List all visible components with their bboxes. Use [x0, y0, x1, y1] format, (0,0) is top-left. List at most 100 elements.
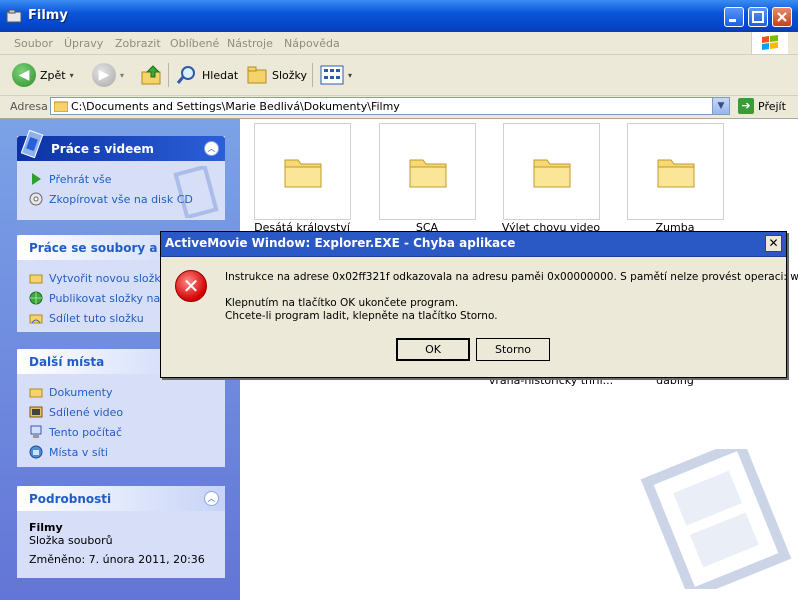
close-button[interactable] — [772, 7, 792, 27]
up-folder-icon — [141, 65, 161, 85]
address-dropdown-icon[interactable]: ▼ — [712, 98, 729, 114]
place-network[interactable]: Místa v síti — [29, 442, 215, 462]
error-dialog: ActiveMovie Window: Explorer.EXE - Chyba… — [160, 231, 798, 378]
computer-icon — [30, 425, 42, 438]
windows-logo — [751, 32, 788, 54]
toolbar-separator — [168, 63, 169, 87]
details-header[interactable]: Podrobnosti ︿ — [17, 486, 225, 511]
forward-arrow-icon: ▶ — [92, 63, 116, 87]
folder-icon — [284, 159, 322, 188]
share-folder-icon — [29, 314, 43, 324]
details-modified: Změněno: 7. února 2011, 20:36 — [29, 553, 205, 566]
task-label: Přehrát vše — [49, 172, 112, 186]
menu-view[interactable]: Zobrazit — [115, 37, 161, 50]
filmstrip-watermark-icon — [640, 449, 792, 589]
maximize-button[interactable] — [748, 7, 768, 27]
minimize-icon — [729, 19, 736, 22]
dialog-close-button[interactable]: ✕ — [765, 235, 782, 252]
folders-label: Složky — [272, 68, 308, 82]
cd-icon — [29, 192, 43, 206]
video-tasks-panel: Práce s videem ︿ Přehrát vše Zkopírovat … — [17, 130, 225, 220]
minimize-button[interactable] — [724, 7, 744, 27]
details-item-type: Složka souborů — [29, 534, 113, 547]
toolbar: ◀ Zpět ▾ ▶ ▾ Hledat Složky ▾ — [0, 55, 798, 96]
search-button[interactable]: Hledat — [176, 61, 238, 89]
place-label: Místa v síti — [49, 445, 108, 459]
error-icon: ✕ — [175, 270, 207, 302]
back-button[interactable]: ◀ Zpět ▾ — [12, 61, 74, 89]
go-arrow-icon: ➔ — [738, 98, 754, 114]
toolbar-separator — [312, 63, 313, 87]
file-tasks-title: Práce se soubory a slo — [29, 241, 182, 255]
folder-icon — [657, 159, 695, 188]
folder-thumbnail[interactable] — [254, 123, 351, 220]
folder-icon — [54, 101, 68, 112]
collapse-icon[interactable]: ︿ — [204, 141, 219, 156]
details-item-name: Filmy — [29, 521, 63, 534]
menu-help[interactable]: Nápověda — [284, 37, 340, 50]
folder-thumbnail[interactable] — [503, 123, 600, 220]
go-button[interactable]: ➔ Přejít — [738, 98, 786, 114]
play-icon — [32, 173, 41, 185]
globe-icon — [29, 291, 43, 305]
close-icon: ✕ — [768, 236, 779, 250]
place-my-computer[interactable]: Tento počítač — [29, 422, 215, 442]
cancel-button[interactable]: Storno — [476, 338, 550, 361]
title-bar: Filmy — [0, 0, 798, 32]
search-label: Hledat — [202, 68, 239, 82]
folders-button[interactable]: Složky — [246, 61, 307, 89]
back-label: Zpět — [40, 68, 66, 82]
views-button[interactable]: ▾ — [320, 61, 352, 89]
error-message: Instrukce na adrese 0x02ff321f odkazoval… — [225, 271, 798, 283]
place-documents[interactable]: Dokumenty — [29, 382, 215, 402]
collapse-icon[interactable]: ︿ — [204, 491, 219, 506]
menu-edit[interactable]: Úpravy — [64, 37, 103, 50]
menu-favorites[interactable]: Oblíbené — [170, 37, 219, 50]
place-shared-video[interactable]: Sdílené video — [29, 402, 215, 422]
shared-video-icon — [29, 406, 43, 418]
dialog-title: ActiveMovie Window: Explorer.EXE - Chyba… — [165, 236, 516, 250]
film-watermark-icon — [173, 166, 219, 218]
video-tasks-header[interactable]: Práce s videem ︿ — [17, 130, 225, 161]
task-label: Publikovat složky na w — [49, 291, 173, 305]
go-label: Přejít — [758, 99, 786, 113]
views-dropdown-icon: ▾ — [348, 70, 353, 80]
documents-folder-icon — [29, 388, 43, 398]
back-arrow-icon: ◀ — [12, 63, 36, 87]
task-label: Vytvořit novou složku — [49, 271, 168, 285]
address-input[interactable]: C:\Documents and Settings\Marie Bedlivá\… — [50, 97, 730, 115]
folders-icon — [247, 66, 267, 84]
error-instruction-ok: Klepnutím na tlačítko OK ukončete progra… — [225, 297, 459, 309]
new-folder-icon — [29, 274, 43, 284]
error-instruction-debug: Chcete-li program ladit, klepněte na tla… — [225, 310, 498, 322]
folder-thumbnail[interactable] — [627, 123, 724, 220]
menu-bar: Soubor Úpravy Zobrazit Oblíbené Nástroje… — [0, 32, 798, 55]
place-label: Tento počítač — [49, 425, 123, 439]
close-icon — [777, 12, 787, 22]
address-label: Adresa — [10, 100, 48, 113]
folder-thumbnail[interactable] — [379, 123, 476, 220]
maximize-icon — [752, 11, 764, 23]
filmstrip-icon — [21, 130, 44, 158]
details-title: Podrobnosti — [29, 492, 112, 506]
menu-file[interactable]: Soubor — [14, 37, 53, 50]
task-label: Zkopírovat vše na disk CD — [49, 192, 193, 206]
up-folder-button[interactable] — [140, 61, 164, 89]
menu-tools[interactable]: Nástroje — [227, 37, 273, 50]
place-label: Sdílené video — [49, 405, 124, 419]
dialog-title-bar[interactable]: ActiveMovie Window: Explorer.EXE - Chyba… — [161, 232, 786, 257]
forward-dropdown-icon[interactable]: ▾ — [120, 71, 124, 80]
video-tasks-title: Práce s videem — [51, 142, 154, 156]
folder-icon — [409, 159, 447, 188]
views-icon — [320, 65, 344, 85]
ok-button[interactable]: OK — [396, 338, 470, 361]
windows-flag-icon — [762, 35, 778, 50]
other-places-title: Další místa — [29, 355, 105, 369]
address-bar: Adresa C:\Documents and Settings\Marie B… — [0, 96, 798, 119]
details-panel: Podrobnosti ︿ Filmy Složka souborů Změně… — [17, 486, 225, 578]
forward-button[interactable]: ▶ ▾ — [92, 61, 124, 89]
back-dropdown-icon[interactable]: ▾ — [70, 71, 74, 80]
folder-icon — [533, 159, 571, 188]
task-label: Sdílet tuto složku — [49, 311, 144, 325]
folder-window-icon — [6, 9, 22, 23]
